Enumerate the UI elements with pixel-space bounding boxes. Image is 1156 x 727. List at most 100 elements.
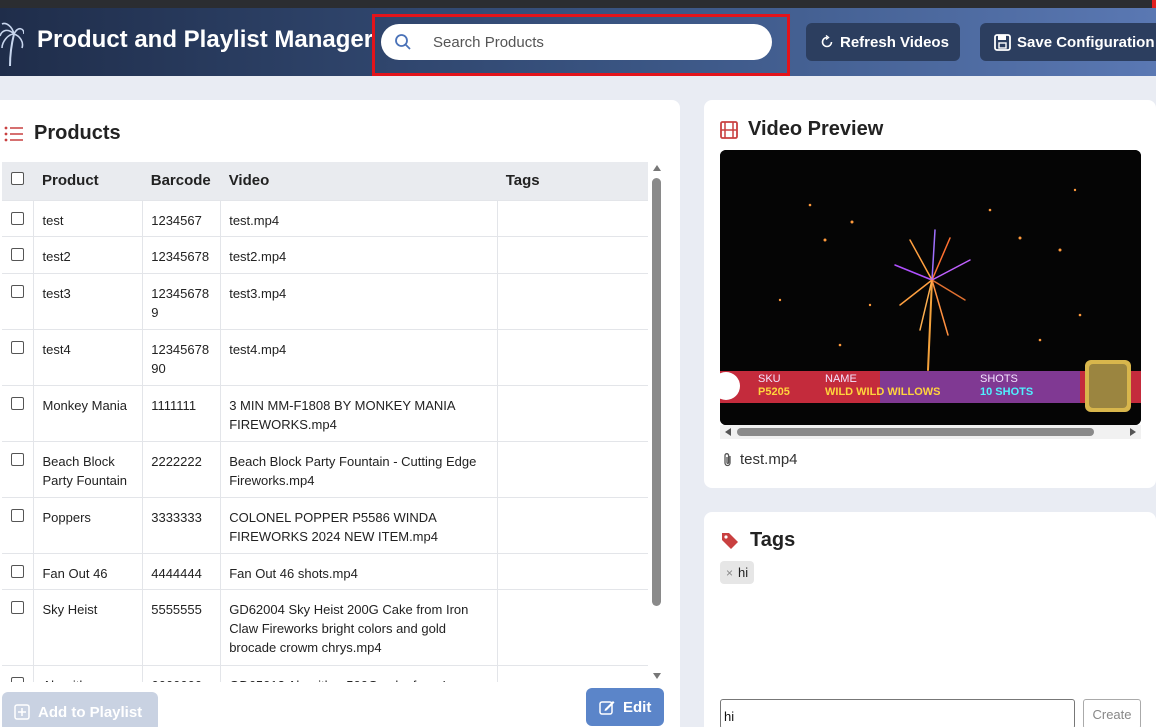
products-table-scrollbar[interactable] [650, 162, 664, 682]
video-preview-heading: Video Preview [720, 118, 883, 141]
table-row[interactable]: Sky Heist 5555555 GD62004 Sky Heist 200G… [2, 588, 648, 665]
cell-product: Sky Heist [33, 588, 144, 665]
column-header-video[interactable]: Video [221, 162, 498, 200]
row-checkbox[interactable] [11, 284, 24, 298]
video-overlay-sku-value: P5205 [758, 386, 790, 398]
list-icon [4, 126, 23, 141]
cell-product: test4 [33, 328, 144, 385]
row-checkbox[interactable] [11, 247, 24, 261]
cell-video: 3 MIN MM-F1808 BY MONKEY MANIA FIREWORKS… [220, 384, 499, 441]
table-header-row: Product Barcode Video Tags [2, 162, 648, 200]
cell-video: Fan Out 46 shots.mp4 [220, 552, 499, 589]
row-checkbox[interactable] [11, 600, 24, 614]
edit-label: Edit [623, 698, 652, 716]
select-all-cell [2, 162, 34, 200]
table-row[interactable]: test3 123456789 test3.mp4 [2, 272, 648, 329]
palm-tree-logo-icon [0, 22, 24, 67]
refresh-icon [821, 35, 833, 48]
table-row[interactable]: Fan Out 46 4444444 Fan Out 46 shots.mp4 [2, 552, 648, 589]
scroll-right-arrow-icon[interactable] [1130, 428, 1136, 436]
products-table: Product Barcode Video Tags test 1234567 … [2, 162, 648, 682]
cell-tags [497, 384, 648, 441]
table-row[interactable]: Algorithm 6666666 GD65012 Algorithm 500G… [2, 664, 648, 682]
remove-tag-icon[interactable]: × [726, 566, 733, 580]
paperclip-icon [724, 452, 731, 466]
cell-tags [497, 199, 648, 236]
video-scroll-thumb[interactable] [737, 428, 1094, 436]
refresh-videos-button[interactable]: Refresh Videos [806, 23, 960, 61]
search-box[interactable] [381, 24, 772, 60]
browser-top-strip [0, 0, 1156, 8]
cell-video: GD62004 Sky Heist 200G Cake from Iron Cl… [220, 588, 499, 665]
cell-barcode: 123456789 [142, 272, 222, 329]
cell-video: test3.mp4 [220, 272, 499, 329]
table-row[interactable]: Monkey Mania 1111111 3 MIN MM-F1808 BY M… [2, 384, 648, 441]
products-heading: Products [4, 122, 121, 145]
cell-barcode: 5555555 [142, 588, 222, 665]
tags-heading: Tags [720, 529, 795, 552]
cell-product: Fan Out 46 [33, 552, 144, 589]
video-filename-text: test.mp4 [740, 451, 798, 468]
table-row[interactable]: test4 1234567890 test4.mp4 [2, 328, 648, 385]
cell-barcode: 1234567 [142, 199, 222, 236]
cell-tags [497, 588, 648, 665]
row-checkbox[interactable] [11, 564, 24, 578]
video-filename: test.mp4 [722, 451, 798, 468]
video-overlay-name-value: WILD WILD WILLOWS [825, 386, 941, 398]
window-edge-marker [1152, 0, 1156, 8]
cell-video: test2.mp4 [220, 235, 499, 273]
tags-title: Tags [750, 529, 796, 551]
products-table-container: Product Barcode Video Tags test 1234567 … [2, 162, 648, 682]
cell-barcode: 1111111 [142, 384, 222, 441]
table-row[interactable]: Poppers 3333333 COLONEL POPPER P5586 WIN… [2, 496, 648, 553]
search-input[interactable] [433, 32, 753, 52]
table-row[interactable]: test2 12345678 test2.mp4 [2, 235, 648, 273]
row-checkbox[interactable] [11, 676, 24, 682]
cell-tags [497, 272, 648, 329]
tags-icon [722, 532, 738, 549]
row-checkbox[interactable] [11, 452, 24, 466]
table-row[interactable]: Beach Block Party Fountain 2222222 Beach… [2, 440, 648, 497]
floppy-disk-icon [994, 33, 1011, 51]
cell-tags [497, 235, 648, 273]
cell-barcode: 6666666 [142, 664, 222, 682]
video-player[interactable]: SKU P5205 NAME WILD WILD WILLOWS SHOTS 1… [720, 150, 1141, 425]
cell-video: COLONEL POPPER P5586 WINDA FIREWORKS 202… [220, 496, 499, 553]
row-checkbox[interactable] [11, 211, 24, 225]
add-to-playlist-button[interactable]: Add to Playlist [2, 692, 158, 727]
table-row[interactable]: test 1234567 test.mp4 [2, 199, 648, 236]
scroll-thumb[interactable] [652, 178, 661, 606]
video-overlay-shots-value: 10 SHOTS [980, 386, 1034, 398]
cell-tags [497, 664, 648, 682]
scroll-left-arrow-icon[interactable] [725, 428, 731, 436]
video-overlay-sku-label: SKU [758, 373, 781, 385]
video-overlay-shots-label: SHOTS [980, 373, 1018, 385]
column-header-barcode[interactable]: Barcode [143, 162, 221, 200]
cell-barcode: 1234567890 [142, 328, 222, 385]
tag-chip[interactable]: × hi [720, 561, 755, 584]
cell-product: Beach Block Party Fountain [33, 440, 144, 497]
edit-button[interactable]: Edit [586, 688, 664, 726]
select-all-checkbox[interactable] [11, 172, 24, 186]
column-header-tags[interactable]: Tags [498, 162, 648, 200]
row-checkbox[interactable] [11, 396, 24, 410]
cell-video: GD65012 Algorithm 500G cake from Iron [220, 664, 499, 682]
cell-video: test.mp4 [220, 199, 499, 236]
save-configuration-label: Save Configuration [1017, 33, 1155, 51]
video-overlay-name-label: NAME [825, 373, 857, 385]
column-header-product[interactable]: Product [34, 162, 143, 200]
row-checkbox[interactable] [11, 508, 24, 522]
save-configuration-button[interactable]: Save Configuration [980, 23, 1156, 61]
cell-video: test4.mp4 [220, 328, 499, 385]
edit-icon [599, 701, 615, 715]
cell-tags [497, 552, 648, 589]
cell-tags [497, 496, 648, 553]
row-checkbox[interactable] [11, 340, 24, 354]
create-tag-button[interactable]: Create [1083, 699, 1141, 727]
scroll-down-arrow-icon[interactable] [653, 673, 661, 679]
new-tag-input[interactable] [720, 699, 1075, 727]
scroll-up-arrow-icon[interactable] [653, 165, 661, 171]
video-horizontal-scrollbar[interactable] [720, 425, 1141, 439]
search-icon [395, 34, 411, 50]
cell-product: test [33, 199, 144, 236]
